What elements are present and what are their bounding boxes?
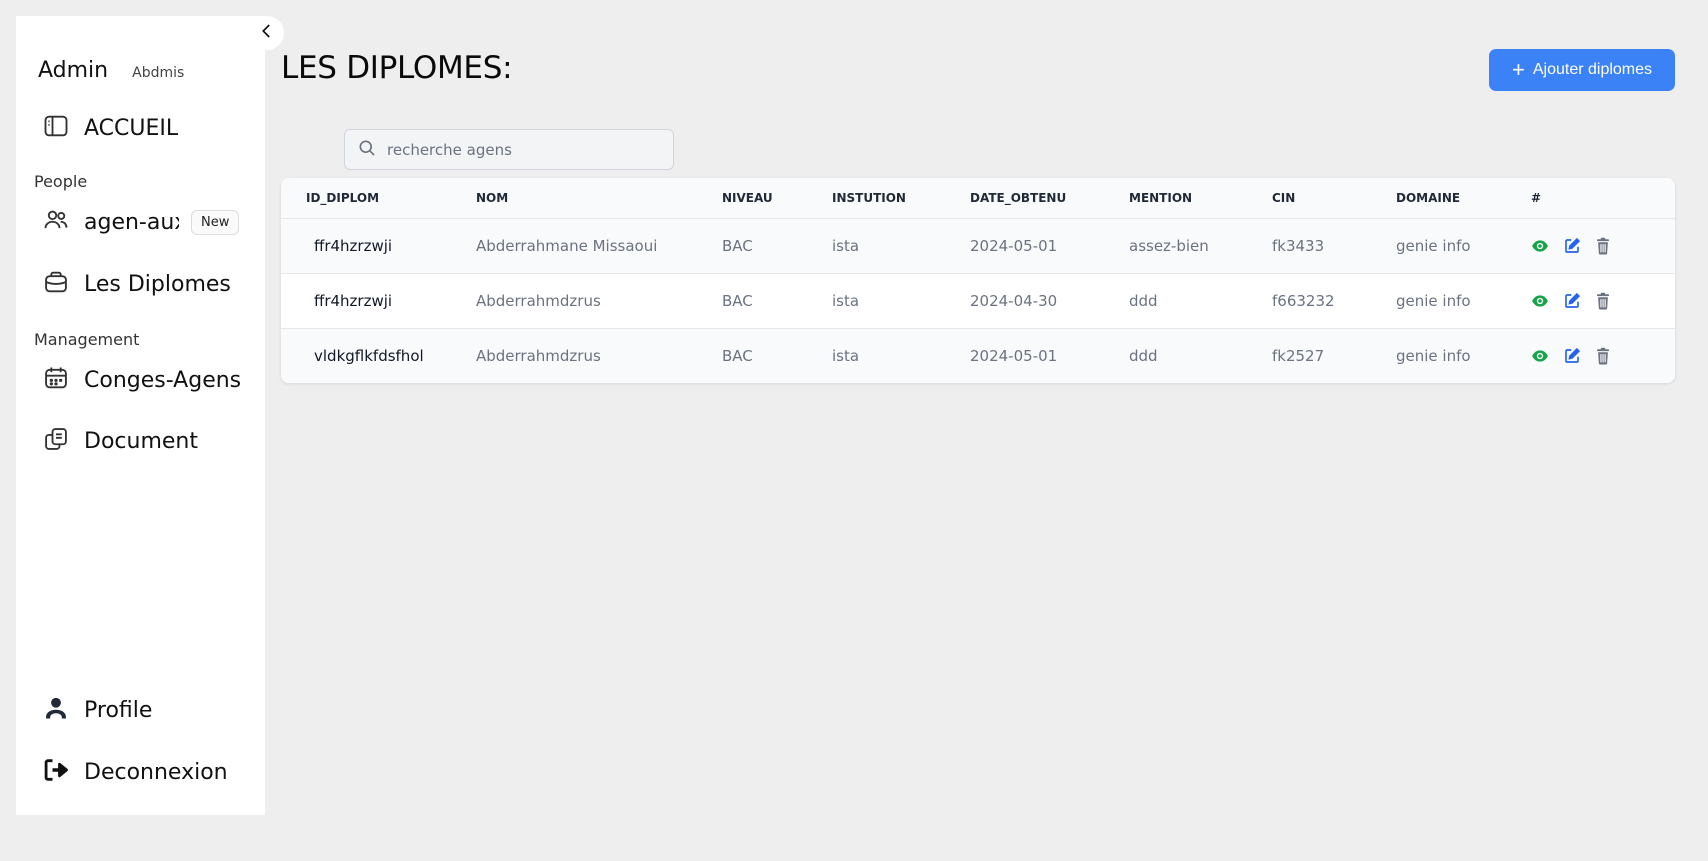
sidebar-panel-icon [42,112,70,144]
cell-domaine: genie info [1396,346,1471,365]
cell-domaine: genie info [1396,291,1471,310]
search-input[interactable] [387,140,647,159]
cell-niveau: BAC [722,346,753,365]
cell-nom: Abderrahmane Missaoui [476,236,658,255]
cell-actions [1531,273,1675,328]
bag-icon [42,268,70,300]
brand-title: Admin [38,58,109,83]
add-button-label: Ajouter diplomes [1532,61,1653,78]
view-eye-icon[interactable] [1531,237,1549,255]
sidebar-item-label: Les Diplomes [84,271,231,297]
section-label-management: Management [34,330,140,349]
view-eye-icon[interactable] [1531,347,1549,365]
sidebar-item-conges-agens[interactable]: Conges-Agens [42,364,241,396]
column-header-date-obtenu: DATE_OBTENU [970,190,1067,205]
table-row: vldkgflkfdsfhol Abderrahmdzrus BAC ista … [281,328,1675,383]
delete-trash-icon[interactable] [1595,292,1611,310]
column-header-niveau: NIVEAU [722,190,773,205]
search-box [344,129,674,170]
column-header-cin: CIN [1272,190,1296,205]
cell-mention: assez-bien [1129,236,1209,255]
delete-trash-icon[interactable] [1595,347,1611,365]
sidebar-item-label: agen-aux [84,209,179,235]
cell-id-diplom: ffr4hzrzwji [314,291,393,310]
sidebar-item-label: Conges-Agens [84,367,242,393]
sidebar-item-les-diplomes[interactable]: Les Diplomes [42,268,231,300]
cell-domaine: genie info [1396,236,1471,255]
cell-instution: ista [832,346,860,365]
users-icon [42,206,70,238]
collapse-sidebar-button[interactable] [250,16,284,50]
logout-icon [42,756,70,788]
column-header-domaine: DOMAINE [1396,190,1461,205]
calendar-icon [42,364,70,396]
cell-mention: ddd [1129,346,1158,365]
delete-trash-icon[interactable] [1595,237,1611,255]
column-header-actions: # [1531,190,1542,205]
page-title: LES DIPLOMES: [281,50,513,86]
cell-nom: Abderrahmdzrus [476,291,601,310]
brand: Admin Abdmis [38,58,184,83]
column-header-instution: INSTUTION [832,190,906,205]
section-label-people: People [34,172,88,191]
cell-nom: Abderrahmdzrus [476,346,601,365]
chevron-left-icon [258,22,276,44]
sidebar-item-profile[interactable]: Profile [42,694,152,726]
sidebar: Admin Abdmis ACCUEIL People agen-aux New… [16,16,265,815]
sidebar-item-deconnexion[interactable]: Deconnexion [42,756,228,788]
edit-icon[interactable] [1563,292,1581,310]
cell-mention: ddd [1129,291,1158,310]
edit-icon[interactable] [1563,237,1581,255]
brand-subtitle: Abdmis [132,65,185,81]
column-header-mention: MENTION [1129,190,1193,205]
sidebar-item-agen-aux[interactable]: agen-aux New [42,206,240,238]
cell-cin: fk3433 [1272,236,1325,255]
diplomes-table: ID_DIPLOM NOM NIVEAU INSTUTION DATE_OBTE… [281,178,1675,383]
cell-date-obtenu: 2024-04-30 [970,291,1058,310]
sidebar-item-accueil[interactable]: ACCUEIL [42,112,178,144]
sidebar-item-label: Profile [84,697,153,723]
column-header-id-diplom: ID_DIPLOM [306,190,380,205]
edit-icon[interactable] [1563,347,1581,365]
cell-instution: ista [832,291,860,310]
cell-date-obtenu: 2024-05-01 [970,346,1058,365]
view-eye-icon[interactable] [1531,292,1549,310]
cell-niveau: BAC [722,291,753,310]
new-badge: New [191,209,240,235]
cell-instution: ista [832,236,860,255]
cell-actions [1531,218,1675,273]
table-row: ffr4hzrzwji Abderrahmdzrus BAC ista 2024… [281,273,1675,328]
column-header-nom: NOM [476,190,509,205]
cell-id-diplom: vldkgflkfdsfhol [314,346,424,365]
sidebar-item-document[interactable]: Document [42,425,198,457]
search-icon [345,138,377,162]
add-diplome-button[interactable]: + Ajouter diplomes [1489,49,1675,91]
table-header-row: ID_DIPLOM NOM NIVEAU INSTUTION DATE_OBTE… [281,178,1675,218]
plus-icon: + [1511,57,1525,82]
cell-date-obtenu: 2024-05-01 [970,236,1058,255]
cell-id-diplom: ffr4hzrzwji [314,236,393,255]
cell-actions [1531,328,1675,383]
cell-cin: f663232 [1272,291,1335,310]
documents-icon [42,425,70,457]
sidebar-item-label: ACCUEIL [84,115,179,141]
cell-niveau: BAC [722,236,753,255]
sidebar-item-label: Deconnexion [84,759,228,785]
cell-cin: fk2527 [1272,346,1325,365]
table-row: ffr4hzrzwji Abderrahmane Missaoui BAC is… [281,218,1675,273]
user-icon [42,694,70,726]
sidebar-item-label: Document [84,428,198,454]
